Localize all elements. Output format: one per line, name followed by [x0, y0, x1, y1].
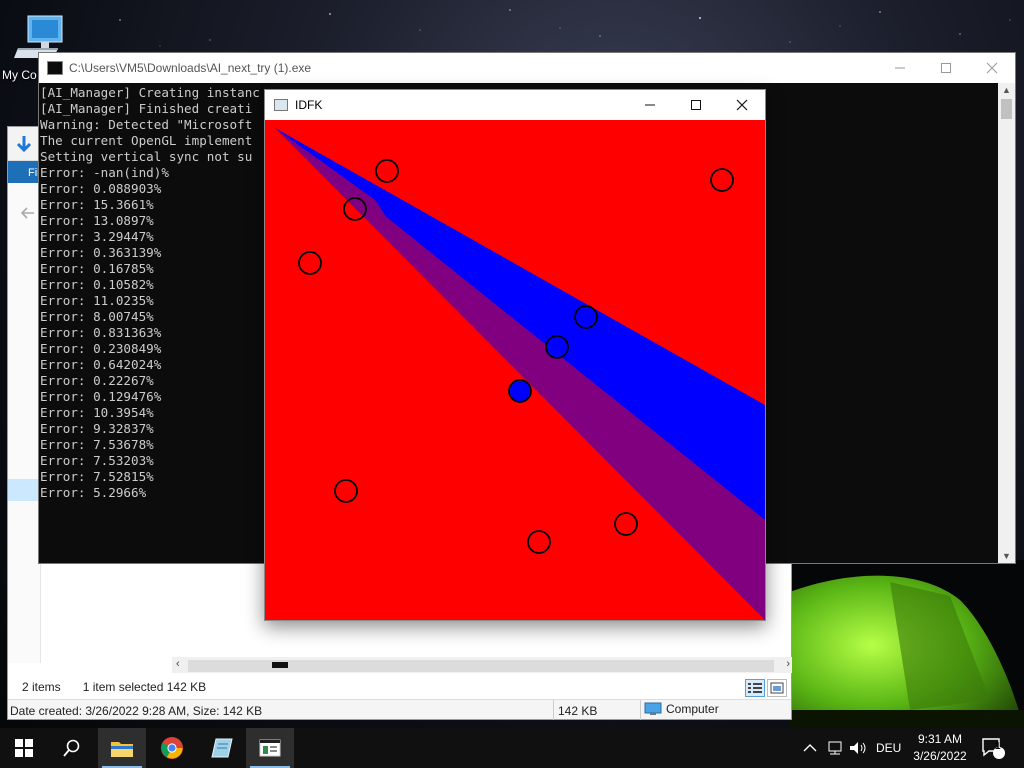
details-view-icon	[748, 683, 762, 693]
system-tray: DEU	[800, 728, 901, 768]
idfk-titlebar[interactable]: IDFK	[265, 90, 765, 120]
navigation-pane	[8, 183, 41, 663]
action-center-button[interactable]: 1	[980, 728, 1006, 768]
clock-date: 3/26/2022	[913, 749, 967, 763]
minimize-button[interactable]	[627, 90, 673, 120]
console-titlebar[interactable]: C:\Users\VM5\Downloads\AI_next_try (1).e…	[39, 53, 1015, 83]
close-icon	[986, 62, 998, 74]
show-hidden-icons-icon[interactable]	[800, 740, 820, 756]
download-arrow-icon[interactable]	[8, 127, 41, 161]
computer-icon	[644, 702, 662, 715]
start-button[interactable]	[0, 728, 48, 768]
close-icon	[736, 99, 748, 111]
console-title: C:\Users\VM5\Downloads\AI_next_try (1).e…	[69, 61, 312, 75]
close-button[interactable]	[719, 90, 765, 120]
idfk-title: IDFK	[295, 98, 323, 112]
blue-data-point	[545, 335, 569, 359]
ribbon-toolbar	[8, 127, 41, 161]
notepad-icon	[211, 738, 233, 758]
location-info: Computer	[644, 702, 719, 716]
windows-logo-icon	[15, 739, 33, 757]
status-bar: 2 items 1 item selected 142 KB	[8, 677, 791, 697]
scroll-right-icon[interactable]: ›	[786, 658, 790, 670]
details-view-button[interactable]	[745, 679, 765, 697]
location-label: Computer	[666, 702, 719, 716]
notifications-icon	[982, 738, 1005, 759]
notepad-taskbar-button[interactable]	[198, 728, 246, 768]
console-vertical-scrollbar[interactable]: ▲ ▼	[998, 83, 1015, 563]
file-explorer-taskbar-button[interactable]	[98, 728, 146, 768]
clock[interactable]: 9:31 AM 3/26/2022	[908, 731, 972, 765]
scroll-thumb[interactable]	[1001, 99, 1012, 119]
search-icon	[63, 739, 80, 757]
large-icons-view-button[interactable]	[767, 679, 787, 697]
maximize-icon	[691, 100, 701, 110]
maximize-icon	[941, 63, 951, 73]
blue-data-point	[508, 379, 532, 403]
idfk-window-controls	[627, 90, 765, 120]
divider	[553, 700, 554, 720]
language-indicator[interactable]: DEU	[876, 741, 901, 755]
scroll-up-icon[interactable]: ▲	[1002, 85, 1011, 95]
minimize-icon	[895, 67, 905, 69]
chrome-icon	[161, 737, 183, 759]
horizontal-scrollbar[interactable]: ‹ ›	[172, 657, 792, 673]
maximize-button[interactable]	[923, 53, 969, 83]
details-bar: Date created: 3/26/2022 9:28 AM, Size: 1…	[8, 699, 791, 720]
desktop-icon-label: My Co	[2, 68, 37, 82]
file-size: 142 KB	[558, 704, 598, 718]
items-count: 2 items	[22, 680, 61, 694]
volume-icon[interactable]	[848, 740, 868, 756]
scroll-left-icon[interactable]: ‹	[176, 658, 180, 670]
search-button[interactable]	[48, 728, 96, 768]
console-window-controls	[877, 53, 1015, 83]
scroll-down-icon[interactable]: ▼	[1002, 551, 1011, 561]
taskbar: DEU 9:31 AM 3/26/2022 1	[0, 728, 1024, 768]
tent-wallpaper	[790, 560, 1024, 730]
folder-icon	[111, 742, 133, 757]
maximize-button[interactable]	[673, 90, 719, 120]
idfk-app-icon	[274, 99, 288, 111]
clock-time: 9:31 AM	[917, 732, 963, 746]
console-app-icon	[47, 61, 63, 75]
view-toggle	[745, 679, 787, 697]
divider	[640, 700, 641, 720]
notification-count: 1	[995, 741, 1001, 752]
idfk-window: IDFK	[264, 89, 766, 621]
close-button[interactable]	[969, 53, 1015, 83]
blue-data-point	[574, 305, 598, 329]
file-details: Date created: 3/26/2022 9:28 AM, Size: 1…	[10, 704, 263, 718]
nav-selected-item[interactable]	[8, 479, 41, 501]
scroll-thumb[interactable]	[272, 662, 288, 668]
classification-canvas[interactable]	[265, 120, 765, 620]
selection-info: 1 item selected 142 KB	[82, 680, 207, 694]
large-icons-view-icon	[770, 682, 784, 694]
console-taskbar-button[interactable]	[246, 728, 294, 768]
minimize-icon	[645, 104, 655, 106]
network-icon[interactable]	[826, 740, 846, 756]
minimize-button[interactable]	[877, 53, 923, 83]
chrome-taskbar-button[interactable]	[148, 728, 196, 768]
app-window-icon	[259, 739, 281, 757]
